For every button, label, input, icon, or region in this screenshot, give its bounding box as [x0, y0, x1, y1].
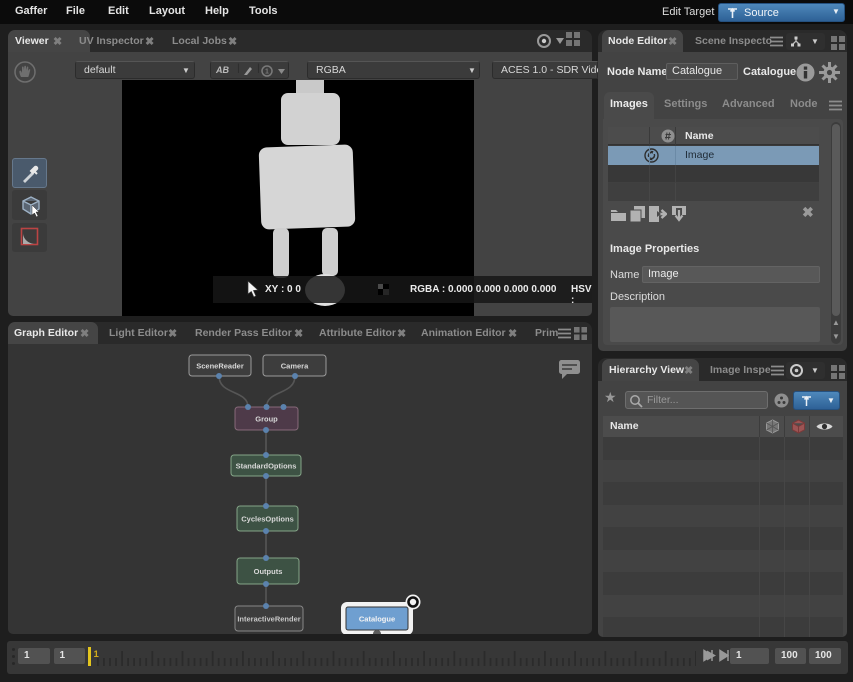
svg-text:CyclesOptions: CyclesOptions [241, 515, 294, 524]
svg-text:Outputs: Outputs [254, 567, 283, 576]
svg-text:Group: Group [255, 415, 278, 424]
svg-text:Catalogue: Catalogue [359, 615, 395, 624]
svg-text:1: 1 [265, 69, 269, 76]
svg-text:Camera: Camera [281, 362, 309, 371]
svg-text:SceneReader: SceneReader [196, 362, 244, 371]
svg-text:InteractiveRender: InteractiveRender [237, 615, 300, 624]
svg-text:StandardOptions: StandardOptions [236, 462, 297, 471]
